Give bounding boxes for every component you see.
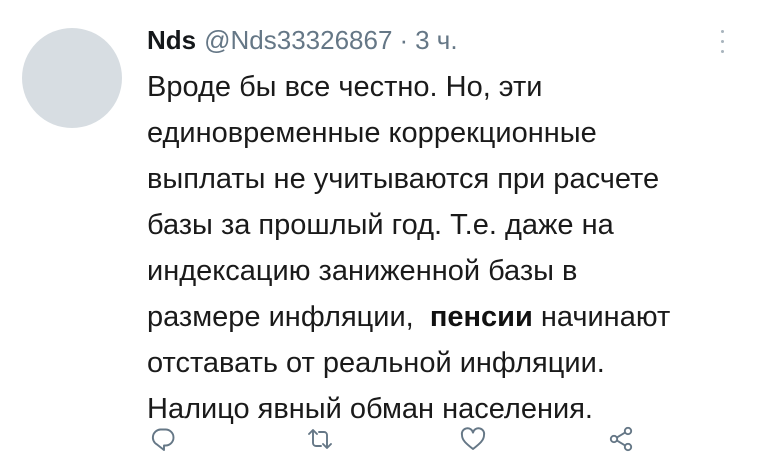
tweet-header: Nds @Nds33326867 · 3 ч. xyxy=(147,22,458,58)
tweet-text-line: базы за прошлый год. Т.е. даже на xyxy=(147,202,747,248)
tweet-text-line: единовременные коррекционные xyxy=(147,110,747,156)
tweet-text-segment: отставать от реальной инфляции. xyxy=(147,347,605,379)
retweet-icon xyxy=(308,429,332,449)
tweet-text-line: размере инфляции, пенсии начинают xyxy=(147,294,747,340)
reply-button[interactable] xyxy=(146,422,180,456)
tweet-text-line: отставать от реальной инфляции. xyxy=(147,340,747,386)
tweet-text-segment: Налицо явный обман населения. xyxy=(147,393,593,425)
tweet-timestamp[interactable]: 3 ч. xyxy=(415,22,457,58)
tweet-text-line: индексацию заниженной базы в xyxy=(147,248,747,294)
share-icon xyxy=(609,426,633,452)
tweet-actions xyxy=(0,422,760,456)
author-handle[interactable]: @Nds33326867 xyxy=(204,22,392,58)
avatar[interactable] xyxy=(22,28,122,128)
tweet-text-segment: начинают xyxy=(532,301,671,333)
reply-icon xyxy=(151,428,175,451)
tweet-card[interactable]: Nds @Nds33326867 · 3 ч. Вроде бы все чес… xyxy=(0,0,760,473)
tweet-text-segment: единовременные коррекционные xyxy=(147,117,597,149)
share-button[interactable] xyxy=(604,422,638,456)
tweet-text: Вроде бы все честно. Но, эти единовремен… xyxy=(147,64,747,432)
like-icon xyxy=(460,427,486,450)
tweet-text-segment: размере инфляции, xyxy=(147,301,430,333)
more-options-icon[interactable] xyxy=(716,30,728,56)
header-separator: · xyxy=(399,25,409,55)
tweet-text-bold-word: пенсии xyxy=(429,301,533,333)
tweet-text-line: Вроде бы все честно. Но, эти xyxy=(147,64,747,110)
like-button[interactable] xyxy=(456,422,490,456)
tweet-text-segment: индексацию заниженной базы в xyxy=(147,255,578,287)
author-name[interactable]: Nds xyxy=(147,22,196,58)
retweet-button[interactable] xyxy=(303,422,337,456)
tweet-text-segment: выплаты не учитываются при расчете xyxy=(147,163,660,195)
tweet-text-segment: Вроде бы все честно. Но, эти xyxy=(147,71,543,103)
tweet-text-line: выплаты не учитываются при расчете xyxy=(147,156,747,202)
tweet-text-segment: базы за прошлый год. Т.е. даже на xyxy=(147,209,614,241)
